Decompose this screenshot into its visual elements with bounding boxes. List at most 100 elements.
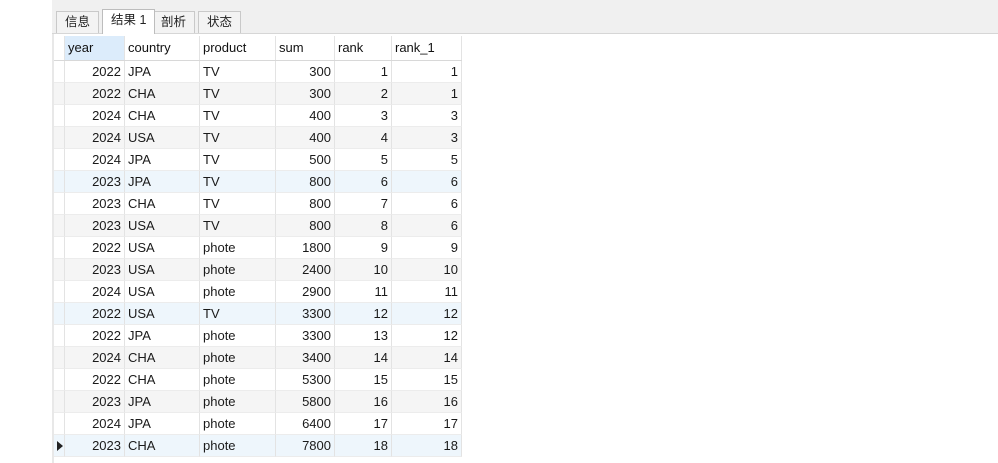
row-selector[interactable] <box>54 237 65 259</box>
cell-country[interactable]: USA <box>125 303 200 325</box>
cell-year[interactable]: 2023 <box>65 259 125 281</box>
cell-rank[interactable]: 1 <box>335 61 392 83</box>
cell-country[interactable]: CHA <box>125 105 200 127</box>
cell-rank[interactable]: 3 <box>335 105 392 127</box>
tab-status[interactable]: 状态 <box>198 11 242 33</box>
cell-rank-1[interactable]: 6 <box>392 193 462 215</box>
row-selector[interactable] <box>54 325 65 347</box>
cell-year[interactable]: 2024 <box>65 149 125 171</box>
row-selector[interactable] <box>54 413 65 435</box>
cell-year[interactable]: 2024 <box>65 281 125 303</box>
cell-year[interactable]: 2023 <box>65 171 125 193</box>
table-row[interactable]: 2024 USA TV 400 4 3 <box>54 127 462 149</box>
row-selector[interactable] <box>54 149 65 171</box>
cell-rank-1[interactable]: 15 <box>392 369 462 391</box>
cell-rank-1[interactable]: 12 <box>392 325 462 347</box>
cell-sum[interactable]: 800 <box>276 193 335 215</box>
column-header-rank-1[interactable]: rank_1 <box>392 36 462 60</box>
cell-country[interactable]: USA <box>125 259 200 281</box>
row-selector[interactable] <box>54 83 65 105</box>
cell-year[interactable]: 2023 <box>65 215 125 237</box>
cell-rank-1[interactable]: 12 <box>392 303 462 325</box>
table-row[interactable]: 2023 CHA phote 7800 18 18 <box>54 435 462 457</box>
cell-product[interactable]: phote <box>200 281 276 303</box>
row-selector[interactable] <box>54 347 65 369</box>
column-header-sum[interactable]: sum <box>276 36 335 60</box>
table-row[interactable]: 2023 JPA phote 5800 16 16 <box>54 391 462 413</box>
cell-rank-1[interactable]: 9 <box>392 237 462 259</box>
table-row[interactable]: 2024 CHA TV 400 3 3 <box>54 105 462 127</box>
table-row[interactable]: 2023 CHA TV 800 7 6 <box>54 193 462 215</box>
cell-rank-1[interactable]: 17 <box>392 413 462 435</box>
cell-rank[interactable]: 11 <box>335 281 392 303</box>
cell-rank[interactable]: 16 <box>335 391 392 413</box>
cell-year[interactable]: 2022 <box>65 83 125 105</box>
cell-product[interactable]: phote <box>200 347 276 369</box>
cell-product[interactable]: TV <box>200 171 276 193</box>
cell-rank-1[interactable]: 3 <box>392 127 462 149</box>
cell-sum[interactable]: 5300 <box>276 369 335 391</box>
row-selector[interactable] <box>54 193 65 215</box>
cell-country[interactable]: CHA <box>125 369 200 391</box>
table-row[interactable]: 2022 CHA TV 300 2 1 <box>54 83 462 105</box>
column-header-country[interactable]: country <box>125 36 200 60</box>
cell-year[interactable]: 2023 <box>65 435 125 457</box>
cell-rank[interactable]: 17 <box>335 413 392 435</box>
column-header-year[interactable]: year <box>65 36 125 60</box>
cell-sum[interactable]: 400 <box>276 105 335 127</box>
cell-rank[interactable]: 14 <box>335 347 392 369</box>
cell-rank[interactable]: 9 <box>335 237 392 259</box>
cell-year[interactable]: 2024 <box>65 105 125 127</box>
row-selector[interactable] <box>54 215 65 237</box>
cell-product[interactable]: TV <box>200 127 276 149</box>
row-selector[interactable] <box>54 303 65 325</box>
cell-rank-1[interactable]: 5 <box>392 149 462 171</box>
cell-year[interactable]: 2022 <box>65 369 125 391</box>
cell-sum[interactable]: 800 <box>276 171 335 193</box>
cell-sum[interactable]: 300 <box>276 61 335 83</box>
cell-rank[interactable]: 13 <box>335 325 392 347</box>
table-row[interactable]: 2024 USA phote 2900 11 11 <box>54 281 462 303</box>
cell-rank[interactable]: 15 <box>335 369 392 391</box>
cell-year[interactable]: 2023 <box>65 391 125 413</box>
cell-rank-1[interactable]: 14 <box>392 347 462 369</box>
cell-sum[interactable]: 800 <box>276 215 335 237</box>
cell-year[interactable]: 2024 <box>65 413 125 435</box>
row-selector[interactable] <box>54 105 65 127</box>
cell-country[interactable]: CHA <box>125 193 200 215</box>
cell-year[interactable]: 2022 <box>65 237 125 259</box>
cell-product[interactable]: TV <box>200 83 276 105</box>
cell-product[interactable]: phote <box>200 325 276 347</box>
cell-sum[interactable]: 2400 <box>276 259 335 281</box>
cell-country[interactable]: CHA <box>125 83 200 105</box>
cell-year[interactable]: 2022 <box>65 61 125 83</box>
cell-year[interactable]: 2024 <box>65 347 125 369</box>
column-header-product[interactable]: product <box>200 36 276 60</box>
cell-rank[interactable]: 2 <box>335 83 392 105</box>
cell-sum[interactable]: 3300 <box>276 325 335 347</box>
cell-sum[interactable]: 500 <box>276 149 335 171</box>
cell-rank[interactable]: 18 <box>335 435 392 457</box>
row-selector[interactable] <box>54 171 65 193</box>
cell-year[interactable]: 2022 <box>65 303 125 325</box>
result-grid[interactable]: year country product sum rank rank_1 202… <box>54 36 462 457</box>
cell-rank-1[interactable]: 10 <box>392 259 462 281</box>
tab-result-1[interactable]: 结果 1 <box>102 9 156 34</box>
table-row[interactable]: 2024 JPA phote 6400 17 17 <box>54 413 462 435</box>
cell-rank-1[interactable]: 1 <box>392 61 462 83</box>
cell-product[interactable]: TV <box>200 193 276 215</box>
tab-profile[interactable]: 剖析 <box>152 11 196 33</box>
cell-country[interactable]: JPA <box>125 61 200 83</box>
table-row[interactable]: 2022 CHA phote 5300 15 15 <box>54 369 462 391</box>
row-selector[interactable] <box>54 61 65 83</box>
cell-country[interactable]: USA <box>125 237 200 259</box>
table-row[interactable]: 2022 USA TV 3300 12 12 <box>54 303 462 325</box>
cell-rank[interactable]: 10 <box>335 259 392 281</box>
cell-sum[interactable]: 7800 <box>276 435 335 457</box>
cell-year[interactable]: 2022 <box>65 325 125 347</box>
row-selector[interactable] <box>54 259 65 281</box>
cell-rank-1[interactable]: 6 <box>392 215 462 237</box>
cell-country[interactable]: JPA <box>125 413 200 435</box>
cell-year[interactable]: 2023 <box>65 193 125 215</box>
row-selector[interactable] <box>54 127 65 149</box>
